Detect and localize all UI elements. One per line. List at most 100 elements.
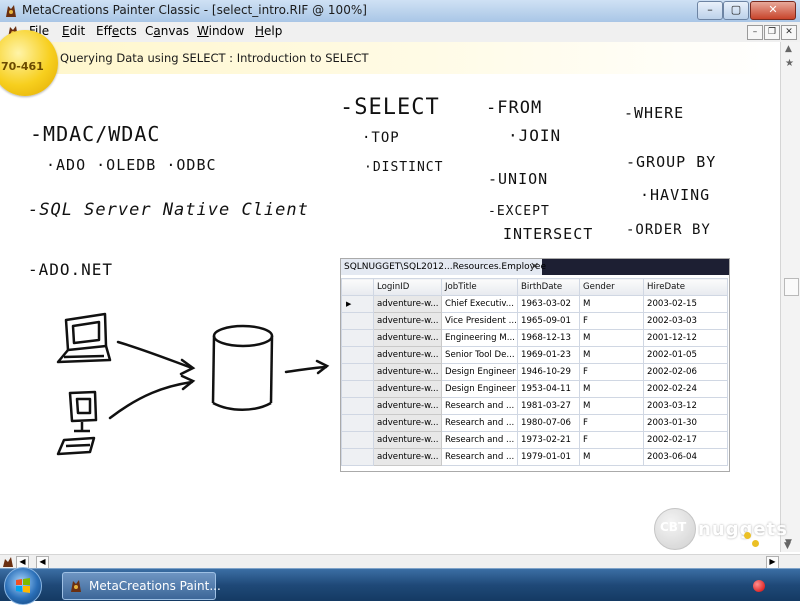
row-selector[interactable]: ▶ (341, 295, 374, 313)
cell-hiredate[interactable]: 2002-01-05 (643, 346, 728, 364)
brush-icon[interactable] (2, 556, 14, 568)
mdi-restore-button[interactable]: ❐ (764, 25, 780, 40)
row-selector[interactable] (341, 363, 374, 381)
row-selector[interactable] (341, 346, 374, 364)
cell-loginid[interactable]: adventure-w... (373, 397, 442, 415)
cell-birthdate[interactable]: 1968-12-13 (517, 329, 580, 347)
cell-birthdate[interactable]: 1981-03-27 (517, 397, 580, 415)
cell-loginid[interactable]: adventure-w... (373, 295, 442, 313)
cell-hiredate[interactable]: 2003-01-30 (643, 414, 728, 432)
column-header-hiredate[interactable]: HireDate (643, 278, 728, 296)
cell-jobtitle[interactable]: Design Engineer (441, 380, 518, 398)
row-selector[interactable] (341, 414, 374, 432)
start-button[interactable] (4, 567, 42, 605)
menu-help[interactable]: Help (255, 24, 282, 38)
menu-effects[interactable]: Effects (96, 24, 137, 38)
cell-gender[interactable]: M (579, 329, 644, 347)
cell-jobtitle[interactable]: Research and ... (441, 448, 518, 466)
cell-hiredate[interactable]: 2002-02-17 (643, 431, 728, 449)
star-icon[interactable]: ★ (785, 58, 794, 69)
cell-hiredate[interactable]: 2002-02-06 (643, 363, 728, 381)
cell-loginid[interactable]: adventure-w... (373, 448, 442, 466)
tab-employee-table[interactable]: SQLNUGGET\SQL2012...Resources.Employee (341, 259, 546, 275)
cell-loginid[interactable]: adventure-w... (373, 329, 442, 347)
cell-birthdate[interactable]: 1980-07-06 (517, 414, 580, 432)
cell-hiredate[interactable]: 2001-12-12 (643, 329, 728, 347)
cell-gender[interactable]: M (579, 397, 644, 415)
cell-gender[interactable]: F (579, 414, 644, 432)
scroll-thumb[interactable] (784, 278, 799, 296)
row-selector[interactable] (341, 431, 374, 449)
cell-birthdate[interactable]: 1979-01-01 (517, 448, 580, 466)
row-selector[interactable] (341, 329, 374, 347)
cell-hiredate[interactable]: 2002-03-03 (643, 312, 728, 330)
results-grid[interactable]: SQLNUGGET\SQL2012...Resources.Employee ✕… (340, 258, 730, 472)
cell-birthdate[interactable]: 1969-01-23 (517, 346, 580, 364)
taskbar-app-painter[interactable]: MetaCreations Paint... (62, 572, 221, 600)
cell-loginid[interactable]: adventure-w... (373, 312, 442, 330)
cell-jobtitle[interactable]: Research and ... (441, 431, 518, 449)
mdi-minimize-button[interactable]: – (747, 25, 763, 40)
row-header-corner[interactable] (341, 278, 374, 296)
close-button[interactable]: ✕ (750, 1, 796, 20)
cell-hiredate[interactable]: 2002-02-24 (643, 380, 728, 398)
table-row[interactable]: ▶ adventure-w... Chief Executiv... 1963-03-… (341, 295, 728, 313)
cell-hiredate[interactable]: 2003-03-12 (643, 397, 728, 415)
cell-gender[interactable]: M (579, 380, 644, 398)
minimize-button[interactable]: – (697, 1, 723, 20)
column-header-jobtitle[interactable]: JobTitle (441, 278, 518, 296)
cell-jobtitle[interactable]: Senior Tool De... (441, 346, 518, 364)
table-row[interactable]: adventure-w... Research and ... 1980-07-06… (341, 414, 728, 432)
cell-jobtitle[interactable]: Design Engineer (441, 363, 518, 381)
maximize-button[interactable]: ▢ (723, 1, 749, 20)
cell-loginid[interactable]: adventure-w... (373, 363, 442, 381)
cell-birthdate[interactable]: 1973-02-21 (517, 431, 580, 449)
cell-jobtitle[interactable]: Research and ... (441, 414, 518, 432)
table-row[interactable]: adventure-w... Research and ... 1981-03-27… (341, 397, 728, 415)
cell-jobtitle[interactable]: Chief Executiv... (441, 295, 518, 313)
cell-jobtitle[interactable]: Vice President ... (441, 312, 518, 330)
cell-gender[interactable]: F (579, 363, 644, 381)
column-header-loginid[interactable]: LoginID (373, 278, 442, 296)
cell-loginid[interactable]: adventure-w... (373, 346, 442, 364)
cell-loginid[interactable]: adventure-w... (373, 380, 442, 398)
column-header-birthdate[interactable]: BirthDate (517, 278, 580, 296)
table-row[interactable]: adventure-w... Vice President ... 1965-09-… (341, 312, 728, 330)
vertical-scrollbar[interactable]: ▲ ★ ▼ (780, 42, 800, 552)
column-header-gender[interactable]: Gender (579, 278, 644, 296)
cell-loginid[interactable]: adventure-w... (373, 431, 442, 449)
cell-gender[interactable]: F (579, 312, 644, 330)
menu-edit[interactable]: Edit (62, 24, 85, 38)
cell-hiredate[interactable]: 2003-06-04 (643, 448, 728, 466)
table-row[interactable]: adventure-w... Research and ... 1979-01-01… (341, 448, 728, 466)
table-row[interactable]: adventure-w... Design Engineer 1946-10-29 F… (341, 363, 728, 381)
mdi-close-button[interactable]: ✕ (781, 25, 797, 40)
cell-gender[interactable]: M (579, 448, 644, 466)
cell-birthdate[interactable]: 1963-03-02 (517, 295, 580, 313)
menu-canvas[interactable]: Canvas (145, 24, 189, 38)
cell-jobtitle[interactable]: Research and ... (441, 397, 518, 415)
table-row[interactable]: adventure-w... Research and ... 1973-02-21… (341, 431, 728, 449)
row-selector[interactable] (341, 312, 374, 330)
cell-gender[interactable]: F (579, 431, 644, 449)
cell-birthdate[interactable]: 1946-10-29 (517, 363, 580, 381)
table-row[interactable]: adventure-w... Engineering M... 1968-12-13… (341, 329, 728, 347)
cell-gender[interactable]: M (579, 346, 644, 364)
row-selector[interactable] (341, 448, 374, 466)
table-row[interactable]: adventure-w... Senior Tool De... 1969-01-2… (341, 346, 728, 364)
cell-loginid[interactable]: adventure-w... (373, 414, 442, 432)
table-row[interactable]: adventure-w... Design Engineer 1953-04-11 M… (341, 380, 728, 398)
cell-birthdate[interactable]: 1965-09-01 (517, 312, 580, 330)
cell-jobtitle[interactable]: Engineering M... (441, 329, 518, 347)
row-selector[interactable] (341, 397, 374, 415)
cell-birthdate[interactable]: 1953-04-11 (517, 380, 580, 398)
close-tab-icon[interactable]: ✕ (530, 260, 539, 273)
row-selector[interactable] (341, 380, 374, 398)
scroll-down-icon[interactable]: ▼ (784, 541, 791, 551)
window-title-bar[interactable]: MetaCreations Painter Classic - [select_… (0, 0, 800, 23)
scroll-up-icon[interactable]: ▲ (785, 44, 792, 54)
cell-gender[interactable]: M (579, 295, 644, 313)
cell-hiredate[interactable]: 2003-02-15 (643, 295, 728, 313)
horizontal-scrollbar[interactable]: ◀ ◀ ▶ ▼ (0, 541, 800, 569)
menu-window[interactable]: Window (197, 24, 244, 38)
